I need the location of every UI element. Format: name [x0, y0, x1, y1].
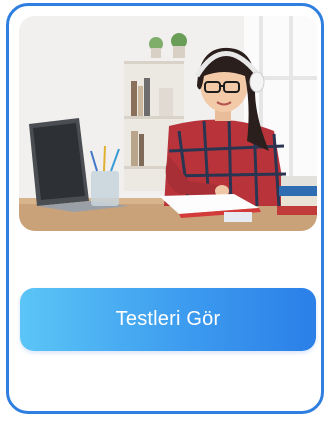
test-card: Testleri Gör — [6, 3, 324, 414]
student-photo-illustration — [19, 16, 317, 231]
student-studying-image — [19, 16, 317, 231]
view-tests-button[interactable]: Testleri Gör — [20, 288, 316, 351]
